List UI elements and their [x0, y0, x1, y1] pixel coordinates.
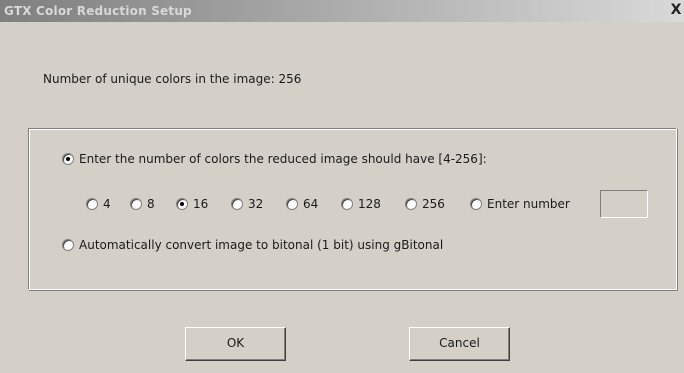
color-choice-enter-number[interactable]: Enter number — [470, 197, 570, 211]
color-choice-label: 64 — [303, 197, 319, 211]
color-choice-label: 16 — [193, 197, 209, 211]
color-choice-32[interactable]: 32 — [231, 197, 263, 211]
color-choice-4[interactable]: 4 — [86, 197, 111, 211]
color-choice-16[interactable]: 16 — [176, 197, 208, 211]
color-choice-256[interactable]: 256 — [405, 197, 445, 211]
close-button[interactable]: X — [668, 1, 684, 20]
color-choice-radio[interactable] — [231, 198, 243, 210]
bitonal-radio[interactable] — [62, 239, 74, 251]
color-choice-radio[interactable] — [130, 198, 142, 210]
color-choice-radio[interactable] — [286, 198, 298, 210]
title-bar[interactable]: GTX Color Reduction Setup X — [0, 0, 684, 22]
color-choice-radio[interactable] — [176, 198, 188, 210]
color-choice-64[interactable]: 64 — [286, 197, 318, 211]
enter-colors-option[interactable]: Enter the number of colors the reduced i… — [62, 152, 487, 166]
color-choice-label: 128 — [358, 197, 381, 211]
color-choice-label: 4 — [103, 197, 111, 211]
color-reduction-dialog: GTX Color Reduction Setup X Number of un… — [0, 0, 684, 373]
color-choice-radio[interactable] — [86, 198, 98, 210]
color-count-input[interactable] — [600, 190, 648, 218]
cancel-button[interactable]: Cancel — [409, 327, 510, 361]
window-title: GTX Color Reduction Setup — [4, 4, 192, 18]
bitonal-label: Automatically convert image to bitonal (… — [79, 238, 444, 252]
color-choice-radio[interactable] — [405, 198, 417, 210]
color-choice-label: Enter number — [487, 197, 570, 211]
color-choice-label: 32 — [248, 197, 264, 211]
unique-colors-label: Number of unique colors in the image: 25… — [43, 72, 302, 86]
color-choice-label: 8 — [147, 197, 155, 211]
color-choice-label: 256 — [422, 197, 445, 211]
color-choice-radio[interactable] — [470, 198, 482, 210]
color-choice-radio[interactable] — [341, 198, 353, 210]
ok-button[interactable]: OK — [185, 327, 286, 361]
color-choice-8[interactable]: 8 — [130, 197, 155, 211]
enter-colors-radio[interactable] — [62, 153, 74, 165]
enter-colors-label: Enter the number of colors the reduced i… — [79, 152, 487, 166]
bitonal-option[interactable]: Automatically convert image to bitonal (… — [62, 238, 443, 252]
color-choice-128[interactable]: 128 — [341, 197, 381, 211]
